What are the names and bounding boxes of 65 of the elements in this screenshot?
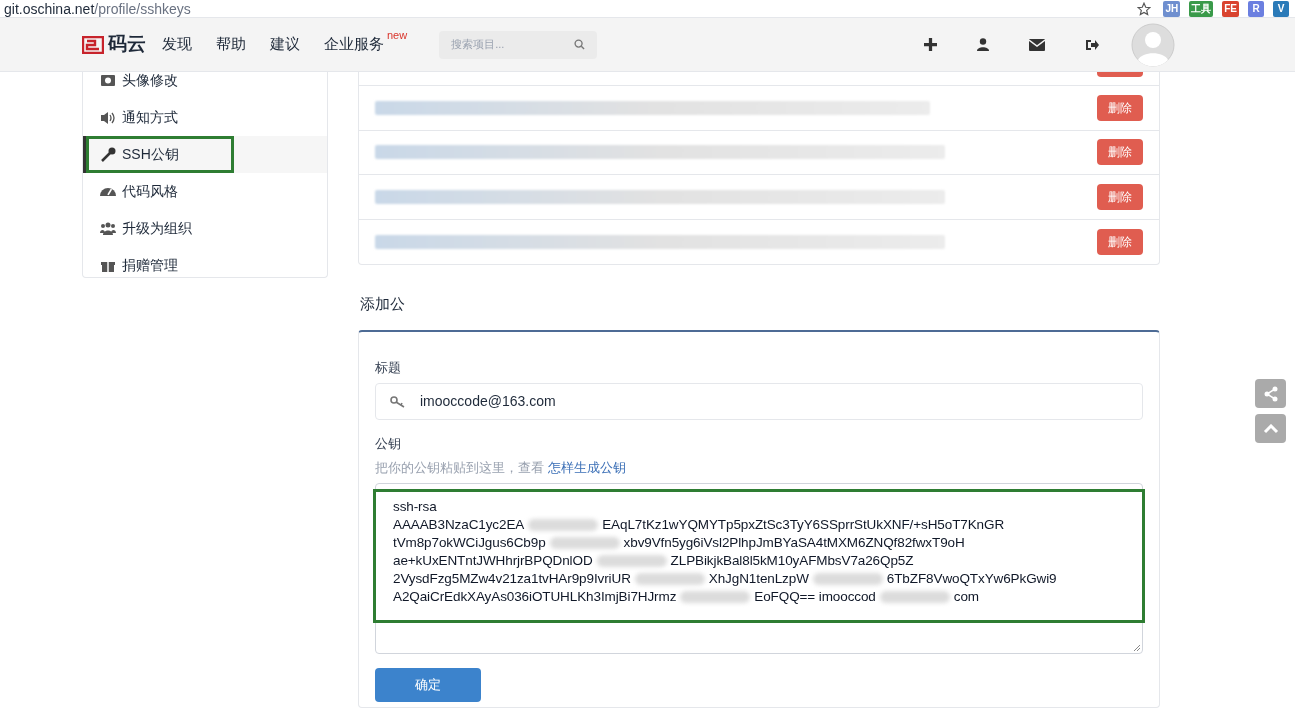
logout-icon[interactable]	[1085, 38, 1099, 51]
help-link[interactable]: 怎样生成公钥	[548, 457, 626, 477]
delete-button-edge	[1097, 72, 1143, 77]
share-icon	[1262, 385, 1279, 402]
key-text: xbv9Vfn5yg6iVsl2PlhpJmBYaSA4tMXM6ZNQf82fwxT9oH	[623, 533, 965, 552]
nav-link[interactable]: 建议	[270, 33, 300, 56]
nav-link[interactable]: 企业服务	[324, 33, 384, 56]
extension-button[interactable]: V	[1273, 0, 1289, 17]
key-text: ssh-rsa	[393, 497, 437, 516]
sidebar-item[interactable]: 升级为组织	[83, 210, 327, 247]
scribble-mark	[549, 537, 620, 549]
key-text: EAqL7tKz1wYQMYTp5pxZtSc3TyY6SSprrStUkXNF/+sH5oT7KnGR	[602, 515, 1005, 534]
sidebar-item[interactable]: 捐赠管理	[83, 247, 327, 277]
site-logo-text[interactable]: 码云	[108, 30, 146, 59]
users-icon	[100, 220, 116, 237]
extension-button[interactable]: R	[1248, 0, 1264, 17]
key-icon	[390, 395, 406, 408]
hint-text: 把你的公钥粘贴到这里，查看	[375, 458, 544, 477]
key-text: 6TbZF8VwoQTxYw6PkGwi9	[886, 569, 1057, 588]
resize-handle-icon[interactable]	[1133, 644, 1141, 652]
key-text: com	[953, 587, 979, 606]
key-text: XhJgN1tenLzpW	[708, 569, 809, 588]
sidebar-item[interactable]: 代码风格	[83, 173, 327, 210]
user-icon[interactable]	[977, 38, 989, 51]
speaker-icon	[100, 109, 116, 126]
submit-button[interactable]: 确定	[375, 668, 481, 702]
section-title: 添加公	[360, 294, 406, 314]
sidebar-item[interactable]: 通知方式	[83, 99, 327, 136]
scribble-mark	[812, 573, 883, 585]
envelope-icon[interactable]	[1029, 38, 1045, 51]
key-label: 公钥	[375, 435, 402, 453]
logo-icon[interactable]	[82, 35, 104, 54]
key-textarea[interactable]	[375, 483, 1143, 654]
key-text: ZLPBikjkBal8l5kM10yAFMbsV7a26Qp5Z	[670, 551, 914, 570]
scribble-mark	[528, 519, 599, 531]
scribble-mark	[634, 573, 705, 585]
new-label: new	[387, 28, 408, 44]
sidebar-item[interactable]: 头像修改	[83, 72, 327, 99]
star-icon[interactable]	[1137, 1, 1152, 16]
delete-button[interactable]: 删除	[1097, 228, 1143, 255]
nav-link[interactable]: 帮助	[216, 33, 246, 56]
scribble-mark	[879, 591, 950, 603]
title-field[interactable]: imooccode@163.com	[375, 383, 1143, 420]
scribble-mark	[596, 555, 667, 567]
gauge-icon	[100, 187, 116, 196]
extension-button[interactable]: 工具	[1189, 0, 1214, 17]
url-text[interactable]: git.oschina.net/profile/sshkeys	[4, 1, 191, 16]
extension-button[interactable]: FE	[1222, 0, 1239, 17]
sidebar-item[interactable]: SSH公钥	[83, 136, 327, 173]
delete-button[interactable]: 删除	[1097, 183, 1143, 210]
key-text: A2QaiCrEdkXAyAs036iOTUHLKh3ImjBi7HJrmz	[393, 587, 677, 606]
key-text: ae+kUxENTntJWHhrjrBPQDnlOD	[393, 551, 593, 570]
title-label: 标题	[375, 358, 402, 377]
nav-link[interactable]: 发现	[162, 33, 192, 56]
plus-icon[interactable]	[924, 38, 937, 51]
key-text: EoFQQ== imooccod	[754, 587, 876, 606]
key-text: 2VysdFzg5MZw4v21za1tvHAr9p9IvriUR	[393, 569, 631, 588]
key-text: tVm8p7okWCiJgus6Cb9p	[393, 533, 546, 552]
scribble-mark	[680, 591, 751, 603]
search-icon	[574, 39, 586, 50]
delete-button[interactable]: 删除	[1097, 139, 1143, 166]
delete-button[interactable]: 删除	[1097, 94, 1143, 121]
key-text: AAAAB3NzaC1yc2EA	[393, 515, 525, 534]
key-icon	[100, 146, 116, 163]
chevron-up-icon	[1262, 423, 1279, 434]
